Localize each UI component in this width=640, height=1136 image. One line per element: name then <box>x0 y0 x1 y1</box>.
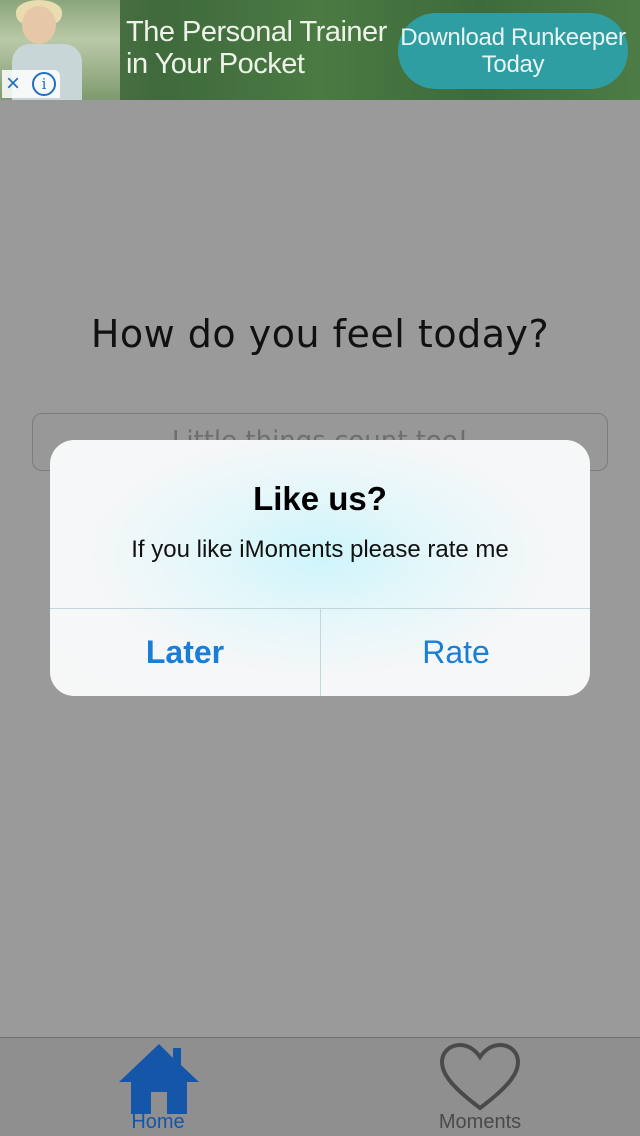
tab-bar: Home Moments <box>0 1037 640 1136</box>
ad-banner[interactable]: The Personal Trainer in Your Pocket Down… <box>0 0 640 100</box>
ad-headline: The Personal Trainer in Your Pocket <box>126 16 387 80</box>
close-icon[interactable]: × <box>6 72 30 96</box>
heart-icon <box>439 1042 521 1111</box>
tab-home-label: Home <box>131 1111 185 1133</box>
rate-alert-dialog: Like us? If you like iMoments please rat… <box>50 440 590 696</box>
tab-moments[interactable]: Moments <box>320 1038 640 1136</box>
alert-message: If you like iMoments please rate me <box>131 536 509 563</box>
page-title: How do you feel today? <box>90 312 550 356</box>
rate-button[interactable]: Rate <box>321 609 590 696</box>
info-icon[interactable]: i <box>32 72 56 96</box>
ad-download-button[interactable]: Download Runkeeper Today <box>398 13 628 89</box>
later-button[interactable]: Later <box>50 609 320 696</box>
home-icon <box>119 1044 199 1114</box>
tab-home[interactable]: Home <box>0 1038 320 1136</box>
alert-title: Like us? <box>253 480 387 517</box>
ad-choices[interactable]: × i <box>2 70 60 98</box>
tab-moments-label: Moments <box>438 1111 522 1133</box>
